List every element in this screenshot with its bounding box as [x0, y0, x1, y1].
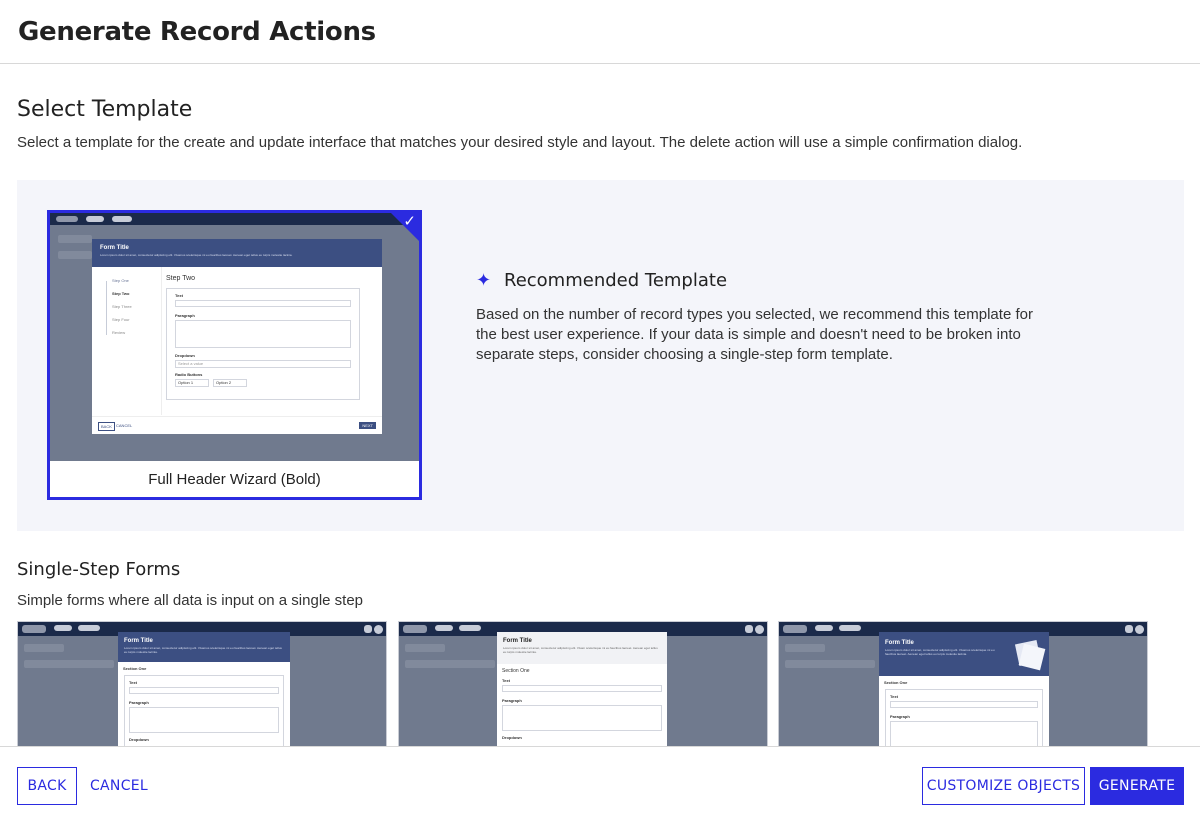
page-title: Generate Record Actions: [18, 16, 376, 47]
select-template-description: Select a template for the create and upd…: [17, 134, 1023, 151]
template-preview: Form Title Lorem ipsum dolor sit amet, c…: [50, 213, 419, 461]
main-content: Select Template Select a template for th…: [0, 65, 1200, 746]
recommended-title: Recommended Template: [504, 270, 728, 291]
back-button[interactable]: BACK: [17, 767, 77, 805]
single-step-description: Simple forms where all data is input on …: [17, 592, 364, 609]
single-step-title: Single-Step Forms: [17, 559, 181, 580]
footer-bar: BACK CANCEL CUSTOMIZE OBJECTS GENERATE: [0, 746, 1200, 818]
checkmark-icon: ✓: [403, 213, 416, 230]
generate-button[interactable]: GENERATE: [1090, 767, 1184, 805]
customize-objects-button[interactable]: CUSTOMIZE OBJECTS: [922, 767, 1085, 805]
template-card-single-step-3[interactable]: Form Title Lorem ipsum dolor sit amet, c…: [778, 621, 1148, 746]
sparkle-icon: ✦: [476, 270, 492, 291]
template-card-label: Full Header Wizard (Bold): [148, 470, 321, 488]
recommended-description: Based on the number of record types you …: [476, 306, 1033, 363]
template-card-single-step-2[interactable]: Form Title Lorem ipsum dolor sit amet, c…: [398, 621, 768, 746]
preview-modal: Form Title Lorem ipsum dolor sit amet, c…: [92, 239, 382, 434]
cancel-button[interactable]: CANCEL: [88, 767, 150, 805]
template-card-single-step-1[interactable]: Form Title Lorem ipsum dolor sit amet, c…: [17, 621, 387, 746]
page-header: Generate Record Actions: [0, 0, 1200, 64]
template-card-full-header-wizard-bold[interactable]: Form Title Lorem ipsum dolor sit amet, c…: [47, 210, 422, 500]
select-template-title: Select Template: [17, 97, 193, 122]
recommended-panel: Form Title Lorem ipsum dolor sit amet, c…: [17, 180, 1184, 531]
recommended-info: ✦ Recommended Template Based on the numb…: [476, 270, 1036, 365]
